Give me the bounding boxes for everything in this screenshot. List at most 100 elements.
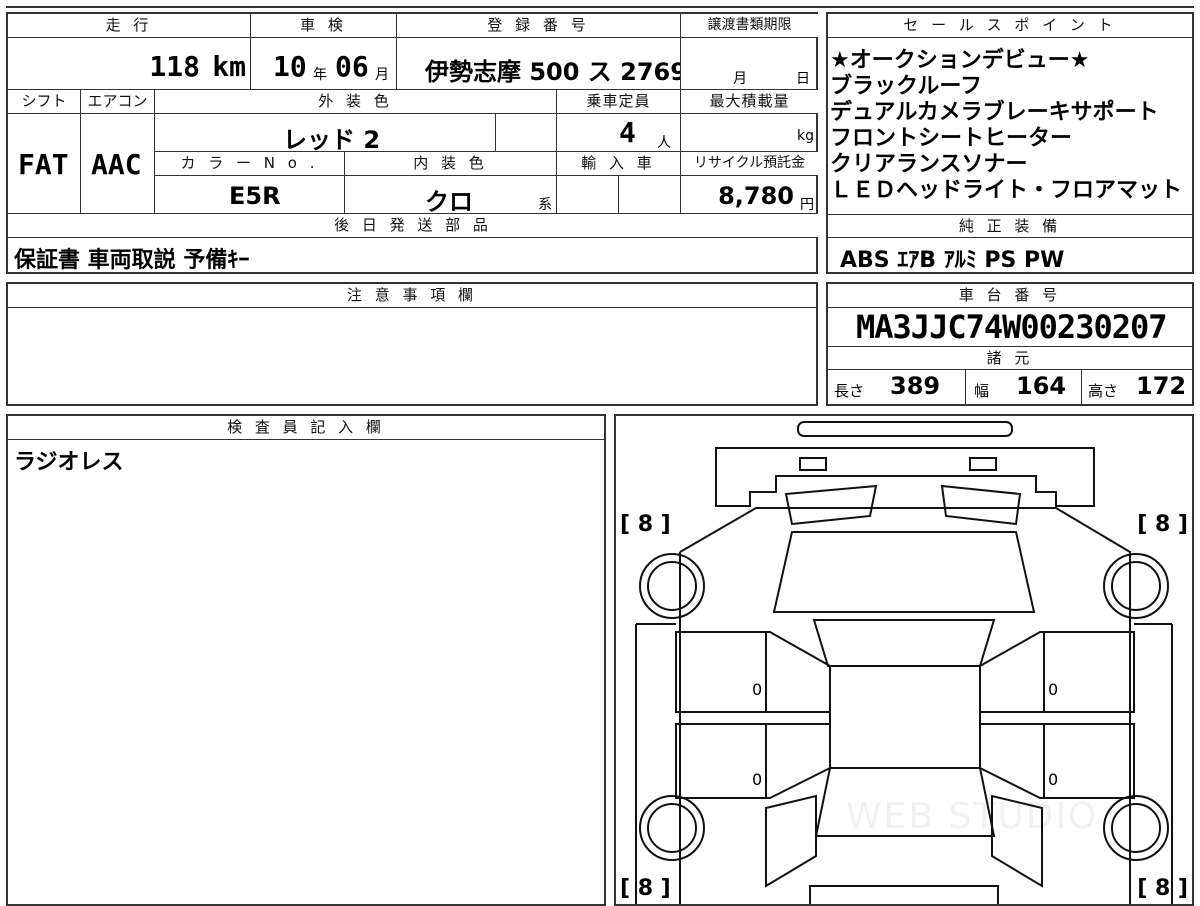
cabin	[829, 665, 981, 769]
sales-points-list: ★オークションデビュー★ ブラックルーフ デュアルカメラブレーキサポート フロン…	[830, 48, 1182, 204]
door-label-front-right: 0	[1048, 680, 1059, 699]
hood-outline	[715, 447, 1095, 507]
chassis-specs-panel: 車 台 番 号 MA3JJC74W00230207 諸 元 長さ 389 幅 1…	[826, 282, 1194, 406]
front-bumper	[797, 421, 1013, 437]
tire-front-left	[639, 553, 705, 619]
import-cell-b	[619, 176, 681, 214]
aircon-value: AAC	[91, 148, 142, 181]
top-strip	[6, 0, 1194, 8]
tire-label-rear-right: [ 8 ]	[1137, 876, 1188, 901]
recycle-header: リサイクル預託金	[681, 152, 818, 176]
shift-header: シフト	[8, 90, 81, 114]
import-header: 輸 入 車	[557, 152, 681, 176]
door-label-rear-left: 0	[752, 770, 763, 789]
int-color-cell: クロ 系	[345, 176, 557, 214]
transfer-deadline-header: 譲渡書類期限	[681, 14, 818, 38]
quarter-left	[765, 794, 817, 888]
genuine-equipment-header: 純 正 装 備	[828, 214, 1192, 238]
transfer-day-unit: 日	[796, 71, 810, 87]
door-label-rear-right: 0	[1048, 770, 1059, 789]
max-load-cell: kg	[681, 114, 818, 152]
registration-header: 登 録 番 号	[397, 14, 681, 38]
shaken-year: 10	[273, 50, 307, 83]
front-light-right	[969, 457, 997, 471]
capacity-cell: 4 人	[557, 114, 681, 152]
notes-panel: 注 意 事 項 欄	[6, 282, 818, 406]
specs-header: 諸 元	[828, 346, 1192, 370]
width-value: 164	[1016, 372, 1067, 400]
tire-label-front-right: [ 8 ]	[1137, 512, 1188, 537]
shift-cell: FAT	[8, 114, 81, 214]
door-label-front-left: 0	[752, 680, 763, 699]
tire-front-right-inner	[1111, 561, 1161, 611]
mileage-cell: 118 km	[8, 38, 251, 90]
height-label: 高さ	[1088, 382, 1119, 400]
genuine-equipment-value: ABS ｴｱB ｱﾙﾐ PS PW	[840, 248, 1065, 273]
capacity-value: 4	[619, 116, 636, 149]
chassis-no-value: MA3JJC74W00230207	[856, 308, 1168, 346]
door-front-left	[675, 631, 831, 713]
length-label: 長さ	[834, 382, 865, 400]
watermark: WEB STUDIO	[846, 796, 1099, 837]
color-no-value: E5R	[229, 182, 281, 210]
shaken-cell: 10 年 06 月	[251, 38, 397, 90]
sales-point-item: クリアランスソナー	[830, 152, 1028, 177]
length-cell: 長さ 389	[828, 370, 966, 404]
ext-color-cell: レッド 2	[155, 114, 496, 152]
max-load-unit: kg	[797, 128, 814, 144]
sales-points-panel: セ ー ル ス ポ イ ン ト ★オークションデビュー★ ブラックルーフ デュア…	[826, 12, 1194, 274]
capacity-unit: 人	[657, 135, 671, 151]
transfer-month-unit: 月	[733, 71, 747, 87]
ext-color-extra-cell	[496, 114, 557, 152]
roof	[812, 619, 996, 667]
sales-points-header: セ ー ル ス ポ イ ン ト	[828, 14, 1192, 38]
color-no-header: カ ラ ー N o .	[155, 152, 345, 176]
width-cell: 幅 164	[966, 370, 1082, 404]
tire-rear-right-inner	[1111, 803, 1161, 853]
shaken-month: 06	[335, 50, 369, 83]
mileage-unit: km	[212, 50, 246, 83]
tire-label-rear-left: [ 8 ]	[620, 876, 671, 901]
shift-value: FAT	[18, 148, 69, 181]
sales-point-item: ★オークションデビュー★	[830, 48, 1090, 73]
aircon-header: エアコン	[81, 90, 155, 114]
int-color-value: クロ	[425, 188, 473, 214]
max-load-header: 最大積載量	[681, 90, 818, 114]
mileage-header: 走 行	[8, 14, 251, 38]
transfer-deadline-cell: 月 日	[681, 38, 818, 90]
later-parts-header: 後 日 発 送 部 品	[8, 214, 818, 238]
tire-front-left-inner	[647, 561, 697, 611]
color-no-cell: E5R	[155, 176, 345, 214]
ext-color-value: レッド 2	[283, 126, 381, 152]
int-color-header: 内 装 色	[345, 152, 557, 176]
import-cell-a	[557, 176, 619, 214]
tire-front-right	[1103, 553, 1169, 619]
capacity-header: 乗車定員	[557, 90, 681, 114]
car-diagram-panel: [ 8 ] [ 8 ] [ 8 ] [ 8 ] 0 0 0 0 WEB STUD…	[614, 414, 1194, 906]
aircon-cell: AAC	[81, 114, 155, 214]
front-light-left	[799, 457, 827, 471]
notes-header: 注 意 事 項 欄	[8, 284, 816, 308]
registration-number: 伊勢志摩 500 ス 2769	[425, 58, 681, 86]
shaken-month-unit: 月	[375, 67, 389, 83]
sales-point-item: ブラックルーフ	[830, 74, 983, 99]
inspector-note: ラジオレス	[14, 450, 124, 475]
int-color-suffix: 系	[538, 197, 552, 213]
wiper-left	[784, 484, 878, 526]
shaken-year-unit: 年	[313, 67, 327, 83]
sales-point-item: デュアルカメラブレーキサポート	[830, 100, 1159, 125]
tire-label-front-left: [ 8 ]	[620, 512, 671, 537]
windshield	[772, 531, 1036, 613]
vehicle-info-table: 走 行 車 検 登 録 番 号 譲渡書類期限 118 km 10 年 06 月 …	[6, 12, 818, 274]
width-label: 幅	[974, 382, 990, 400]
inspector-header: 検 査 員 記 入 欄	[8, 416, 604, 440]
sales-point-item: フロントシートヒーター	[830, 126, 1073, 151]
recycle-fee-value: 8,780	[718, 182, 794, 210]
rear-bumper	[809, 885, 999, 904]
sales-point-item: ＬＥＤヘッドライト・フロアマット	[830, 178, 1183, 203]
shaken-header: 車 検	[251, 14, 397, 38]
ext-color-header: 外 装 色	[155, 90, 557, 114]
height-value: 172	[1136, 372, 1187, 400]
chassis-no-header: 車 台 番 号	[828, 284, 1192, 308]
recycle-cell: 8,780 円	[681, 176, 818, 214]
